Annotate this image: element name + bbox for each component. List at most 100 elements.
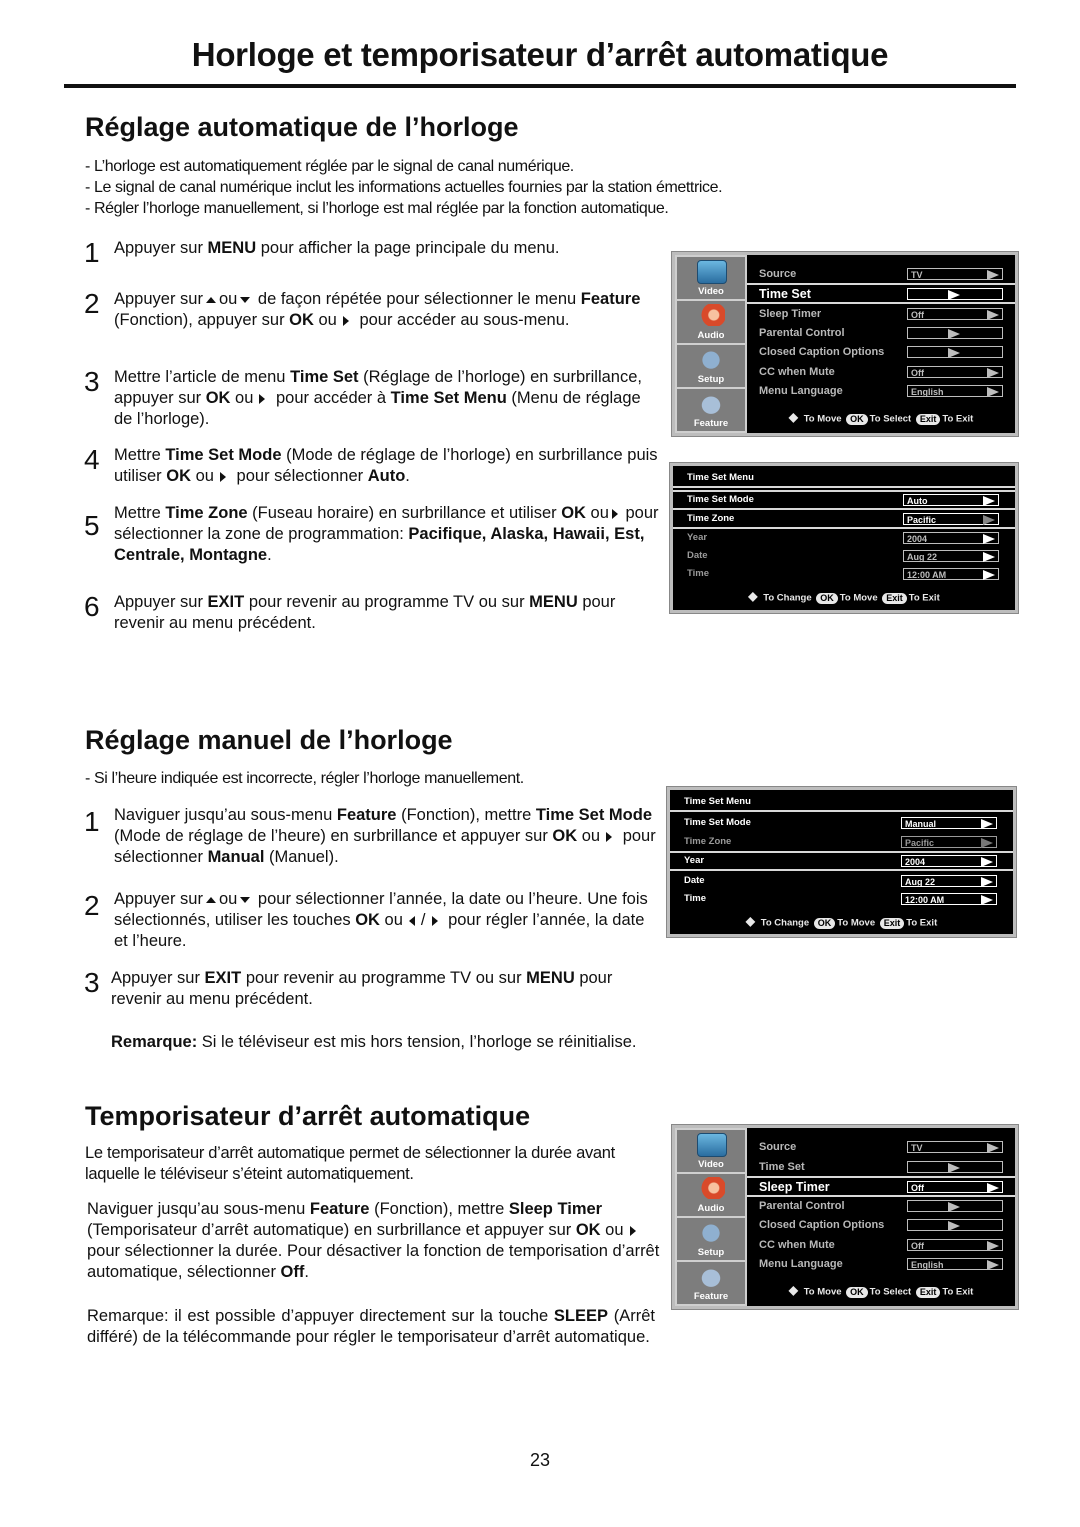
right-arrow-icon (987, 368, 999, 378)
step-text: Appuyer sur (111, 969, 205, 987)
step-key: Time Set Menu (390, 389, 507, 407)
menu-item-value: Off (907, 1239, 1003, 1251)
body-key: Sleep Timer (508, 1200, 603, 1218)
footer-text: To Change (763, 592, 812, 604)
auto-heading: Réglage automatique de l’horloge (85, 112, 519, 142)
menu-item-cc-mute: CC when Mute Off (759, 1236, 1003, 1254)
right-arrow-icon (987, 1183, 999, 1193)
value-text: 2004 (905, 857, 926, 867)
menu-item-label: Sleep Timer (759, 308, 822, 320)
menu-item-parental-control: Parental Control (759, 1197, 1003, 1215)
menu-item-cc-mute: CC when Mute Off (759, 363, 1003, 381)
step-text: ou (230, 389, 254, 407)
auto-step-1: 1 Appuyer sur MENU pour afficher la page… (84, 238, 659, 268)
footer-text: To Move (803, 413, 842, 425)
right-arrow-icon (987, 270, 999, 280)
ok-button-icon: OK (846, 413, 868, 425)
step-key: OK (355, 911, 380, 929)
value-text: English (911, 387, 944, 397)
right-arrow-icon (987, 1260, 999, 1270)
step-text: (Fonction), appuyer sur (114, 311, 290, 329)
exit-button-icon: Exit (915, 1286, 941, 1298)
step-text: (Fonction), mettre (396, 806, 536, 824)
menu-list: Source TV Time Set Sleep Timer Off Parenta… (747, 255, 1015, 433)
right-arrow-icon (948, 1163, 960, 1173)
right-arrow-icon (981, 857, 993, 867)
step-number: 2 (84, 288, 100, 319)
separator (670, 810, 1013, 812)
footer-text: To Select (869, 413, 912, 425)
menu-item-sleep-timer: Sleep Timer Off (759, 305, 1003, 323)
menu-item-source: Source TV (759, 1138, 1003, 1156)
value-text: 12:00 AM (905, 895, 945, 905)
right-arrow-icon (431, 915, 438, 926)
menu-item-year: Year 2004 (670, 851, 1013, 871)
step-text: (Mode de réglage de l’heure) en surbrill… (114, 827, 553, 845)
menu-item-value: Auto (903, 494, 999, 506)
right-arrow-icon (981, 877, 993, 887)
step-key: MENU (529, 593, 578, 611)
footer-text: To Change (760, 917, 810, 929)
manual-step-3: 3 Appuyer sur EXIT pour revenir au progr… (84, 968, 659, 1010)
right-arrow-icon (987, 1143, 999, 1153)
step-text: ou (191, 467, 214, 485)
step-key: Time Set (290, 368, 359, 386)
footer-text: To Move (839, 592, 878, 604)
down-arrow-icon (240, 896, 251, 903)
manual-heading: Réglage manuel de l’horloge (85, 725, 453, 755)
menu-item-label: Year (684, 855, 705, 866)
move-arrows-icon (789, 410, 801, 425)
menu-item-value: 12:00 AM (901, 893, 997, 905)
step-key: Feature (580, 290, 641, 308)
body-text: ou (600, 1221, 624, 1239)
menu-item-label: Closed Caption Options (759, 346, 885, 358)
menu-item-label: Sleep Timer (759, 1180, 830, 1194)
time-set-menu-auto-screen: Time Set Menu Time Set Mode Auto Time Zon… (669, 462, 1019, 614)
right-arrow-icon (983, 496, 995, 506)
menu-item-label: Time Set (759, 1161, 805, 1173)
step-key: MENU (207, 239, 257, 257)
step-key: Manual (207, 848, 265, 866)
note-text: Si le téléviseur est mis hors tension, l… (197, 1033, 637, 1051)
menu-item-value (907, 327, 1003, 339)
step-key: Time Zone (165, 504, 248, 522)
menu-item-source: Source TV (759, 265, 1003, 283)
menu-item-time-set: Time Set (747, 283, 1015, 304)
up-arrow-icon (205, 896, 216, 903)
step-number: 5 (84, 510, 100, 541)
menu-item-label: Time Set Mode (684, 817, 751, 828)
right-arrow-icon (948, 329, 960, 339)
step-key: Time Set Mode (535, 806, 652, 824)
menu-item-value: 2004 (903, 532, 999, 544)
auto-bullet: - Régler l’horloge manuellement, si l’ho… (85, 200, 669, 217)
right-arrow-icon (983, 552, 995, 562)
menu-item-language: Menu Language English (759, 382, 1003, 400)
menu-item-value: English (907, 1258, 1003, 1270)
right-arrow-icon (948, 290, 960, 300)
right-arrow-icon (983, 515, 995, 525)
right-arrow-icon (987, 387, 999, 397)
sidebar-item-feature: Feature (677, 1262, 745, 1304)
menu-item-time-set-mode: Time Set Mode Manual (670, 814, 1013, 832)
menu-item-label: Time Zone (684, 836, 732, 847)
menu-item-value: TV (907, 1141, 1003, 1153)
manual-note: Remarque: Si le téléviseur est mis hors … (111, 1032, 656, 1053)
menu-item-value (907, 1161, 1003, 1173)
right-arrow-icon (611, 508, 618, 519)
step-text: Naviguer jusqu’au sous-menu (114, 806, 337, 824)
step-text: (Manuel). (264, 848, 339, 866)
menu-item-value: Off (907, 1181, 1003, 1193)
body-key: Off (280, 1263, 305, 1281)
step-key: EXIT (204, 969, 242, 987)
title-rule (64, 84, 1016, 88)
feature-icon (697, 392, 725, 414)
value-text: Off (911, 368, 924, 378)
step-text: pour sélectionner (231, 467, 368, 485)
time-set-menu-manual-screen: Time Set Menu Time Set Mode Manual Time Z… (666, 786, 1017, 938)
sidebar-label: Feature (693, 418, 729, 429)
feature-icon (697, 1265, 725, 1287)
video-icon (697, 1133, 727, 1157)
feature-menu-screen: Video Audio Setup Feature Source TV Time … (671, 251, 1019, 437)
menu-item-time-set-mode: Time Set Mode Auto (673, 490, 1015, 510)
step-text: pour accéder au sous-menu. (354, 311, 570, 329)
